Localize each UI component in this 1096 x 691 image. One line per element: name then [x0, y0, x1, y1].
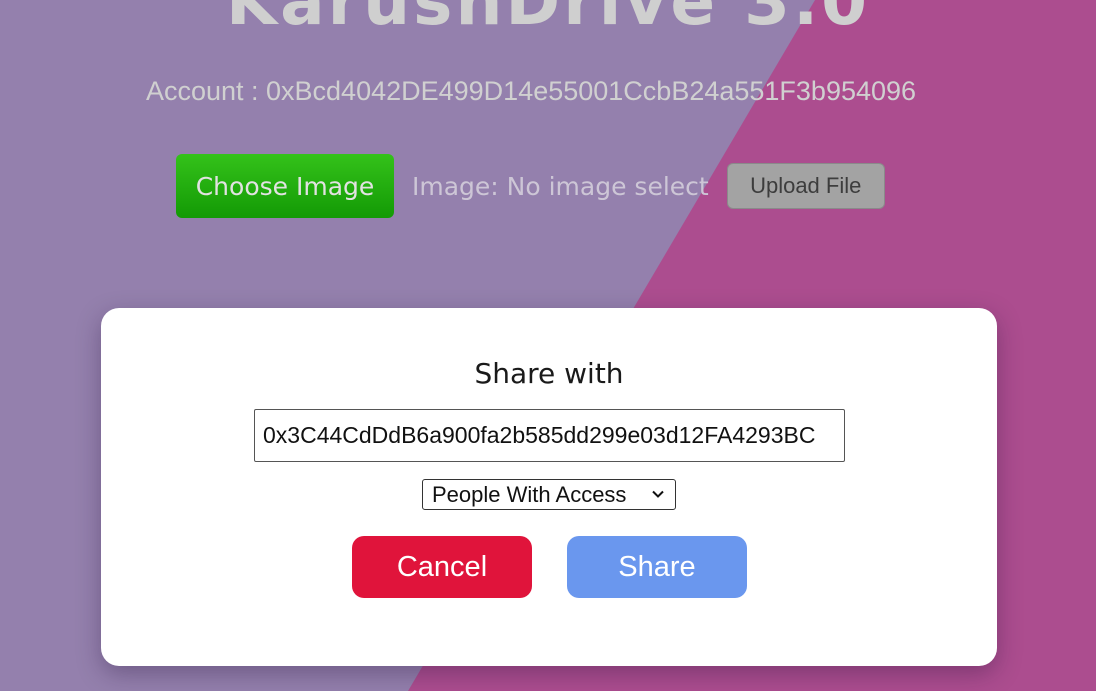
account-address: Account : 0xBcd4042DE499D14e55001CcbB24a…: [145, 76, 917, 106]
upload-row: Choose Image Image: No image select Uplo…: [176, 154, 885, 218]
share-button[interactable]: Share: [567, 536, 747, 598]
modal-title: Share with: [474, 357, 624, 390]
share-modal: Share with People With Access Cancel Sha…: [101, 308, 997, 666]
cancel-button[interactable]: Cancel: [352, 536, 532, 598]
upload-file-button[interactable]: Upload File: [726, 163, 885, 209]
access-select-value: People With Access: [432, 481, 627, 507]
access-select[interactable]: People With Access: [422, 479, 676, 510]
choose-image-button[interactable]: Choose Image: [176, 154, 394, 218]
address-input[interactable]: [254, 409, 845, 462]
image-status: Image: No image select: [412, 171, 709, 201]
app-title: KarushDrive 3.0: [225, 0, 871, 40]
chevron-down-icon: [652, 490, 664, 498]
